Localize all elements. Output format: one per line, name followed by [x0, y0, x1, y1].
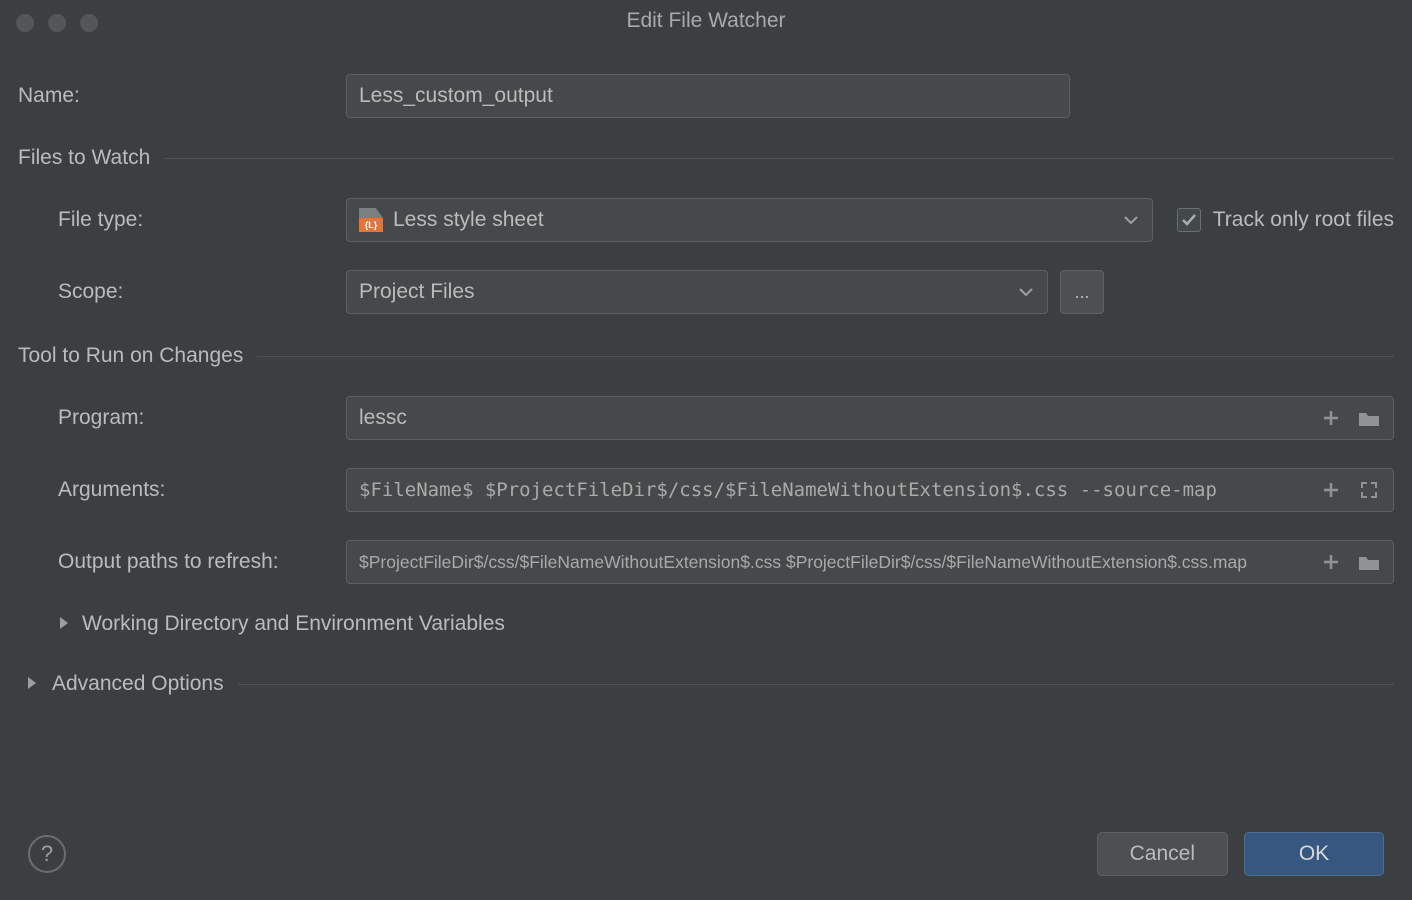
window-title: Edit File Watcher — [626, 9, 785, 33]
program-field — [346, 396, 1394, 440]
cancel-button[interactable]: Cancel — [1097, 832, 1228, 876]
name-input[interactable] — [346, 74, 1070, 118]
track-root-checkbox[interactable]: Track only root files — [1177, 208, 1394, 232]
file-type-label: File type: — [18, 208, 346, 232]
insert-macro-icon[interactable] — [1319, 406, 1343, 430]
browse-folder-icon[interactable] — [1357, 550, 1381, 574]
scope-browse-button[interactable]: ... — [1060, 270, 1104, 314]
window-controls — [16, 14, 98, 32]
insert-macro-icon[interactable] — [1319, 478, 1343, 502]
section-files-to-watch: Files to Watch — [18, 146, 150, 170]
arguments-input[interactable] — [347, 469, 1319, 511]
working-directory-label: Working Directory and Environment Variab… — [82, 612, 505, 636]
track-root-label: Track only root files — [1213, 208, 1394, 232]
zoom-window-button[interactable] — [80, 14, 98, 32]
advanced-options-disclosure[interactable]: Advanced Options — [18, 672, 1394, 696]
working-directory-disclosure[interactable]: Working Directory and Environment Variab… — [18, 612, 1394, 636]
scope-label: Scope: — [18, 280, 346, 304]
expand-icon[interactable] — [1357, 478, 1381, 502]
checkbox-box — [1177, 208, 1201, 232]
close-window-button[interactable] — [16, 14, 34, 32]
chevron-down-icon — [1019, 287, 1033, 297]
program-label: Program: — [18, 406, 346, 430]
name-label: Name: — [18, 84, 346, 108]
section-divider — [164, 158, 1394, 159]
triangle-right-icon — [58, 612, 70, 636]
help-button[interactable]: ? — [28, 835, 66, 873]
triangle-right-icon — [18, 672, 38, 696]
browse-folder-icon[interactable] — [1357, 406, 1381, 430]
output-paths-field — [346, 540, 1394, 584]
scope-select[interactable]: Project Files — [346, 270, 1048, 314]
arguments-field — [346, 468, 1394, 512]
minimize-window-button[interactable] — [48, 14, 66, 32]
section-advanced-options: Advanced Options — [52, 672, 224, 696]
arguments-label: Arguments: — [18, 478, 346, 502]
file-type-value: Less style sheet — [393, 208, 544, 232]
chevron-down-icon — [1124, 215, 1138, 225]
scope-value: Project Files — [359, 280, 475, 304]
ok-button[interactable]: OK — [1244, 832, 1384, 876]
output-paths-input[interactable] — [347, 541, 1319, 583]
less-file-icon: {L} — [359, 208, 383, 232]
program-input[interactable] — [347, 397, 1319, 439]
insert-macro-icon[interactable] — [1319, 550, 1343, 574]
section-divider — [238, 684, 1394, 685]
dialog-footer: ? Cancel OK — [0, 808, 1412, 900]
titlebar: Edit File Watcher — [0, 0, 1412, 42]
section-divider — [257, 356, 1394, 357]
output-paths-label: Output paths to refresh: — [18, 550, 346, 574]
file-type-select[interactable]: {L} Less style sheet — [346, 198, 1153, 242]
section-tool-to-run: Tool to Run on Changes — [18, 344, 243, 368]
